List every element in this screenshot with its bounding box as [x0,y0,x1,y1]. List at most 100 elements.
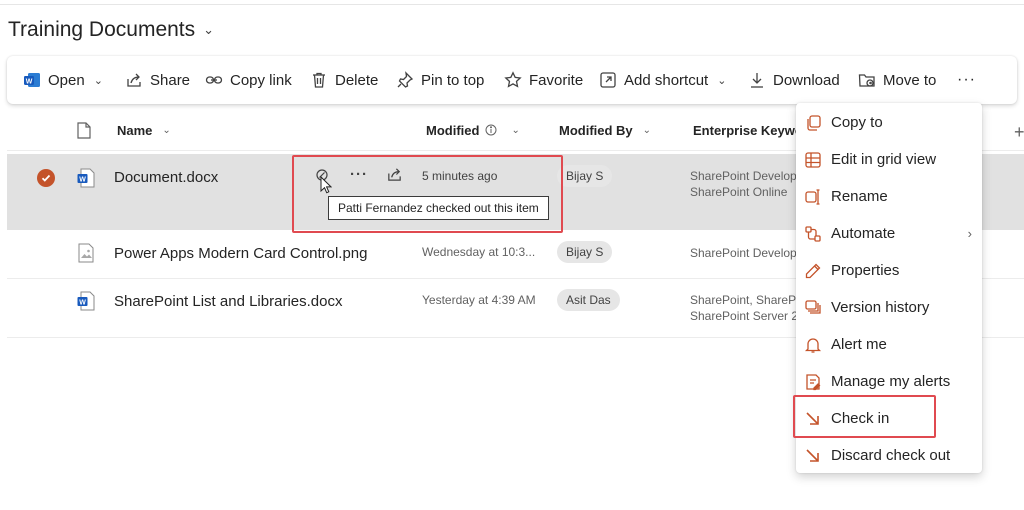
column-header-modified-by-label: Modified By [559,122,633,138]
info-icon [485,124,497,136]
menu-item-label: Properties [831,262,900,279]
trash-icon [313,72,325,88]
library-title-text: Training Documents [8,18,196,41]
menu-item-label: Discard check out [831,447,951,464]
copy-icon [807,114,821,131]
modified-date: Yesterday at 4:39 AM [422,293,536,307]
version-history-icon [805,299,821,314]
word-file-icon: W [77,168,95,188]
move-to-label: Move to [883,71,937,89]
chevron-right-icon: › [967,226,972,241]
more-icon: ··· [957,71,976,88]
chevron-down-icon: ⌄ [93,74,103,87]
menu-item-label: Copy to [831,114,883,131]
file-name-libraries[interactable]: SharePoint List and Libraries.docx [114,293,342,310]
menu-item-rename[interactable]: Rename [796,178,982,215]
copy-link-button[interactable]: Copy link [205,56,292,104]
add-shortcut-button[interactable]: Add shortcut ⌄ [599,56,726,104]
modified-by-pill[interactable]: Asit Das [557,289,620,311]
star-icon [504,71,522,88]
library-title[interactable]: Training Documents ⌄ [8,18,214,42]
move-folder-icon [858,74,875,87]
chevron-down-icon: ⌄ [162,124,171,136]
keyword-line: SharePoint Development [690,246,796,260]
image-file-icon [78,243,94,263]
keyword-line: SharePoint Development [690,169,796,183]
menu-item-label: Rename [831,188,888,205]
download-icon [751,73,763,88]
menu-item-properties[interactable]: Properties [796,252,982,289]
move-to-button[interactable]: Move to [858,56,936,104]
menu-item-automate[interactable]: Automate › [796,215,982,252]
file-name-png[interactable]: Power Apps Modern Card Control.png [114,245,367,262]
pin-to-top-button[interactable]: Pin to top [396,56,484,104]
download-label: Download [773,71,840,89]
favorite-button[interactable]: Favorite [504,56,583,104]
chevron-down-icon: ⌄ [511,124,520,136]
menu-item-label: Manage my alerts [831,373,951,390]
menu-item-label: Edit in grid view [831,151,937,168]
rename-icon [805,188,820,205]
keywords-cell: SharePoint Development [690,245,796,261]
menu-item-label: Alert me [831,336,887,353]
row-checkbox-checked[interactable] [37,169,55,187]
svg-text:W: W [79,176,86,183]
link-icon [205,76,223,84]
grid-icon [805,151,821,168]
manage-alerts-icon [806,373,821,390]
column-header-name[interactable]: Name ⌄ [117,118,171,142]
chevron-down-icon: ⌄ [642,124,652,136]
highlight-box-check-in [793,395,936,438]
bell-icon [804,337,822,353]
copy-link-label: Copy link [230,71,292,89]
column-header-modified-by[interactable]: Modified By ⌄ [559,118,651,142]
file-type-header[interactable] [77,118,91,142]
modified-by-pill[interactable]: Bijay S [557,241,613,263]
share-icon [127,73,141,87]
menu-item-copy-to[interactable]: Copy to [796,104,982,141]
pin-icon [397,71,414,88]
favorite-label: Favorite [529,71,584,89]
keywords-cell: SharePoint, SharePoint SharePoint Server… [690,292,796,324]
automate-icon [805,225,821,242]
pin-to-top-label: Pin to top [421,71,485,89]
checkmark-icon [41,174,51,182]
svg-text:W: W [79,299,86,306]
top-divider [0,4,1024,5]
column-header-modified-label: Modified [426,122,480,138]
discard-arrow-icon [806,448,819,462]
keyword-line: SharePoint, SharePoint [690,293,796,307]
download-button[interactable]: Download [748,56,840,104]
keyword-line: SharePoint Server 2019 [690,309,796,323]
chevron-down-icon: ⌄ [717,74,727,87]
menu-item-discard-check-out[interactable]: Discard check out [796,437,982,474]
delete-label: Delete [335,71,379,89]
shortcut-icon [600,72,616,88]
add-shortcut-label: Add shortcut [624,71,709,89]
delete-button[interactable]: Delete [310,56,378,104]
column-header-modified[interactable]: Modified ⌄ [426,118,520,142]
open-button[interactable]: W Open ⌄ [23,56,103,104]
menu-item-version-history[interactable]: Version history [796,289,982,326]
modified-by-pill[interactable]: Bijay S [557,165,613,187]
column-header-name-label: Name [117,122,153,138]
menu-item-label: Automate [831,225,896,242]
word-file-icon: W [77,291,95,311]
svg-text:W: W [26,79,33,86]
more-commands-button[interactable]: ··· [957,56,976,104]
keyword-line: SharePoint Online [690,185,788,199]
menu-item-edit-in-grid-view[interactable]: Edit in grid view [796,141,982,178]
menu-item-alert-me[interactable]: Alert me [796,326,982,363]
keywords-cell: SharePoint Development SharePoint Online [690,168,796,200]
document-icon [77,121,91,139]
chevron-down-icon: ⌄ [203,22,215,37]
menu-item-label: Version history [831,299,930,316]
word-icon: W [24,73,40,87]
modified-date: Wednesday at 10:3... [422,245,536,259]
share-button[interactable]: Share [125,56,190,104]
file-name-document[interactable]: Document.docx [114,169,218,186]
add-column-button[interactable]: + [1014,122,1024,143]
open-label: Open [48,71,85,89]
pencil-icon [805,263,821,278]
share-label: Share [150,71,191,89]
